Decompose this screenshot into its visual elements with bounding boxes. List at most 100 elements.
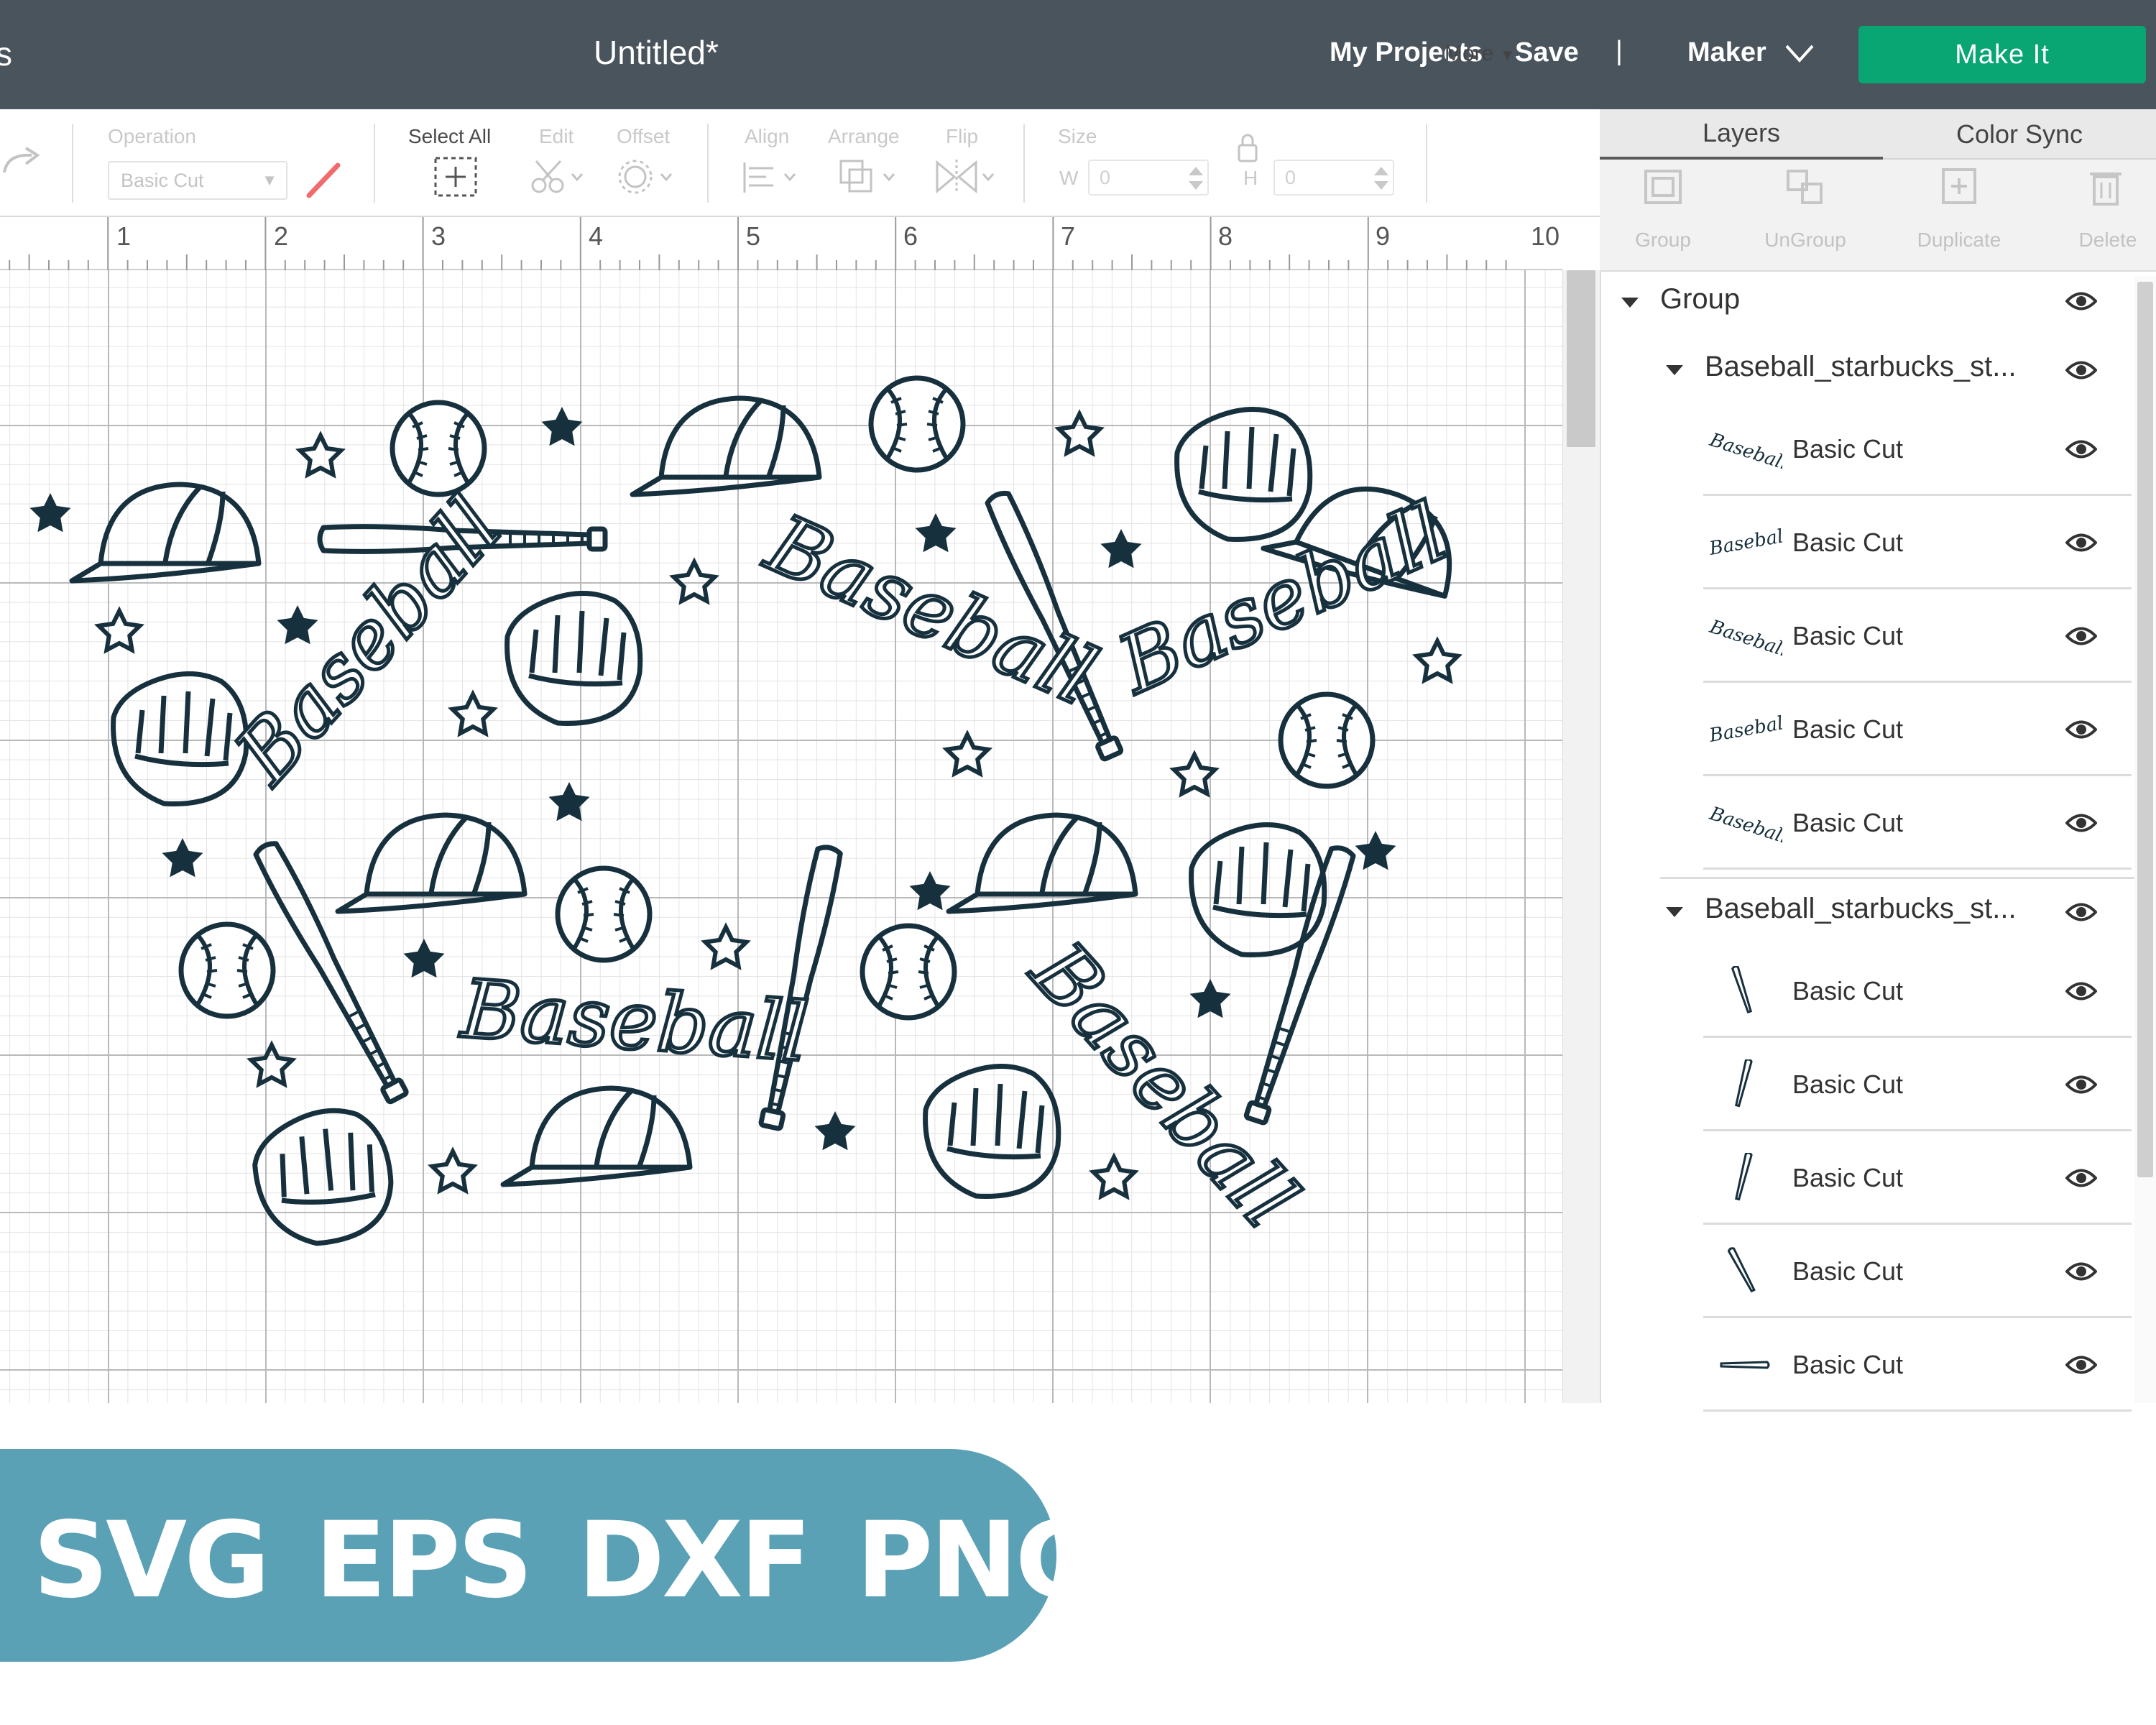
edit-scissors-icon[interactable] — [529, 157, 586, 197]
offset-icon[interactable] — [615, 157, 676, 197]
layer-subgroup-1[interactable]: Baseball_starbucks_st... — [1705, 351, 2017, 383]
cap-shape[interactable] — [72, 484, 259, 581]
layer-subgroup-2[interactable]: Baseball_starbucks_st... — [1705, 893, 2017, 925]
bat-shape[interactable] — [253, 840, 409, 1104]
operation-select[interactable]: Basic Cut ▼ — [108, 161, 287, 200]
group-action-label[interactable]: Group — [1628, 229, 1697, 252]
make-it-button[interactable]: Make It — [1858, 26, 2146, 83]
glove-shape[interactable] — [249, 1103, 399, 1251]
filled-star-shape[interactable] — [814, 1111, 856, 1151]
machine-selector[interactable]: Maker — [1687, 37, 1766, 68]
outline-star-shape[interactable] — [1094, 1157, 1135, 1196]
filled-star-shape[interactable] — [1189, 979, 1231, 1018]
duplicate-action-label[interactable]: Duplicate — [1903, 229, 2015, 252]
outline-star-shape[interactable] — [252, 1045, 292, 1084]
arrange-icon[interactable] — [837, 157, 901, 197]
delete-action-label[interactable]: Delete — [2068, 229, 2147, 252]
outline-star-shape[interactable] — [99, 611, 140, 650]
filled-star-shape[interactable] — [29, 493, 71, 533]
layer-row[interactable]: Basic Cut — [1703, 1318, 2132, 1412]
baseball-shape[interactable] — [871, 378, 963, 470]
visibility-eye-icon[interactable] — [2065, 812, 2097, 834]
filled-star-shape[interactable] — [403, 939, 445, 978]
glove-shape[interactable] — [926, 1066, 1059, 1196]
chevron-down-icon[interactable] — [1784, 40, 1815, 66]
filled-star-shape[interactable] — [1100, 529, 1142, 569]
expand-triangle-icon[interactable] — [1666, 907, 1683, 917]
tab-layers[interactable]: Layers — [1600, 109, 1883, 160]
align-icon[interactable] — [740, 160, 801, 196]
cap-shape[interactable] — [949, 815, 1135, 911]
expand-triangle-icon[interactable] — [1621, 298, 1639, 308]
outline-star-shape[interactable] — [453, 694, 494, 733]
height-stepper-icon[interactable] — [1371, 164, 1391, 193]
script-text[interactable]: Baseball — [1102, 484, 1462, 714]
visibility-eye-icon[interactable] — [2065, 1354, 2097, 1376]
layer-group-root[interactable]: Group — [1660, 283, 1740, 316]
visibility-eye-icon[interactable] — [2065, 625, 2097, 647]
visibility-eye-icon[interactable] — [2065, 1074, 2097, 1095]
outline-star-shape[interactable] — [674, 562, 715, 601]
cap-shape[interactable] — [338, 815, 525, 911]
visibility-eye-icon[interactable] — [2065, 359, 2097, 381]
visibility-eye-icon[interactable] — [2065, 719, 2097, 740]
redo-icon[interactable] — [0, 144, 46, 180]
visibility-eye-icon[interactable] — [2065, 290, 2097, 312]
layer-row[interactable]: Baseball Basic Cut — [1703, 776, 2132, 870]
outline-star-shape[interactable] — [300, 436, 341, 474]
design-canvas[interactable]: Baseball Baseball Baseball Baseball Base… — [0, 270, 1562, 1403]
outline-star-shape[interactable] — [433, 1151, 474, 1190]
visibility-eye-icon[interactable] — [2065, 1167, 2097, 1189]
filled-star-shape[interactable] — [909, 871, 951, 911]
visibility-eye-icon[interactable] — [2065, 438, 2097, 460]
filled-star-shape[interactable] — [915, 513, 957, 553]
design-artwork[interactable]: Baseball Baseball Baseball Baseball Base… — [0, 270, 1562, 1403]
group-icon[interactable] — [1641, 167, 1685, 207]
baseball-shape[interactable] — [181, 924, 273, 1016]
layer-row[interactable]: Baseball Basic Cut — [1703, 683, 2132, 776]
delete-icon[interactable] — [2086, 167, 2126, 207]
ungroup-action-label[interactable]: UnGroup — [1756, 229, 1854, 252]
baseball-shape[interactable] — [558, 868, 650, 960]
layer-row[interactable]: Basic Cut — [1703, 1225, 2132, 1318]
outline-star-shape[interactable] — [947, 735, 988, 773]
outline-star-shape[interactable] — [706, 927, 747, 966]
tab-color-sync[interactable]: Color Sync — [1883, 109, 2156, 160]
canvas-scroll-thumb[interactable] — [1567, 270, 1595, 447]
select-all-icon[interactable] — [433, 155, 479, 198]
glove-shape[interactable] — [507, 593, 640, 723]
more-menu[interactable]: More ▼ — [1445, 42, 1515, 66]
outline-star-shape[interactable] — [1059, 414, 1100, 453]
duplicate-icon[interactable] — [1938, 167, 1981, 207]
select-all-label[interactable]: Select All — [408, 125, 491, 148]
outline-star-shape[interactable] — [1417, 641, 1458, 680]
visibility-eye-icon[interactable] — [2065, 1261, 2097, 1282]
ungroup-icon[interactable] — [1784, 167, 1827, 207]
flip-icon[interactable] — [933, 157, 999, 197]
filled-star-shape[interactable] — [541, 407, 583, 446]
bat-shape[interactable] — [1243, 845, 1355, 1124]
layer-row[interactable]: Basic Cut — [1703, 1131, 2132, 1225]
baseball-shape[interactable] — [392, 402, 484, 494]
panel-scroll-thumb[interactable] — [2137, 282, 2153, 1177]
layer-row[interactable]: Baseball Basic Cut — [1703, 589, 2132, 683]
save-button[interactable]: Save — [1515, 37, 1579, 68]
width-stepper-icon[interactable] — [1186, 164, 1206, 193]
cap-shape[interactable] — [632, 398, 819, 494]
pen-color-icon[interactable] — [303, 160, 344, 200]
layer-row[interactable]: Baseball Basic Cut — [1703, 402, 2132, 496]
layer-row[interactable]: Basic Cut — [1703, 944, 2132, 1038]
lock-icon[interactable] — [1235, 132, 1261, 164]
cap-shape[interactable] — [503, 1088, 690, 1184]
baseball-shape[interactable] — [862, 926, 954, 1018]
visibility-eye-icon[interactable] — [2065, 901, 2097, 923]
glove-shape[interactable] — [1177, 409, 1310, 539]
outline-star-shape[interactable] — [1174, 755, 1215, 794]
filled-star-shape[interactable] — [162, 838, 203, 878]
visibility-eye-icon[interactable] — [2065, 980, 2097, 1002]
script-text[interactable]: Baseball — [456, 961, 814, 1082]
layer-row[interactable]: Basic Cut — [1703, 1038, 2132, 1131]
expand-triangle-icon[interactable] — [1666, 365, 1683, 375]
filled-star-shape[interactable] — [548, 782, 590, 822]
layer-row[interactable]: Baseball Basic Cut — [1703, 496, 2132, 589]
